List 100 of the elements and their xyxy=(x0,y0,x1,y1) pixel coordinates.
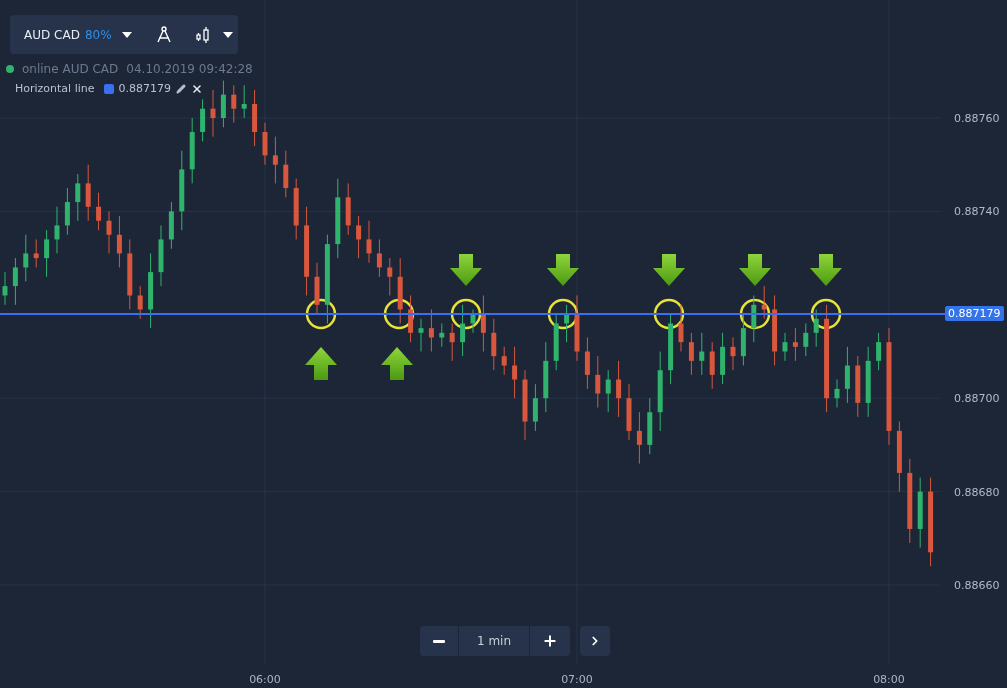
candle xyxy=(668,313,674,385)
scroll-right-button[interactable] xyxy=(580,626,610,656)
plus-icon xyxy=(542,633,558,649)
compass-icon[interactable] xyxy=(155,25,172,44)
candle xyxy=(376,238,382,278)
price-label: 0.88740 xyxy=(954,205,1000,219)
candle xyxy=(782,332,788,362)
candle xyxy=(158,224,164,287)
candle xyxy=(647,397,653,455)
line-color-swatch xyxy=(103,83,114,94)
candle xyxy=(709,341,715,390)
up-arrow-icon xyxy=(305,347,337,380)
highlight-circle xyxy=(450,298,482,330)
candlestick-icon xyxy=(195,25,210,44)
candle xyxy=(397,257,403,324)
highlight-circle xyxy=(305,298,337,330)
candle xyxy=(366,220,372,264)
candle xyxy=(314,262,320,315)
candle xyxy=(75,173,81,222)
candle xyxy=(428,308,434,352)
candle xyxy=(772,294,778,366)
candle xyxy=(44,229,50,278)
price-label: 0.88760 xyxy=(954,112,1000,125)
candle xyxy=(54,206,60,254)
candle xyxy=(855,355,861,418)
down-arrow-icon xyxy=(450,254,482,286)
candle xyxy=(584,337,590,390)
candle xyxy=(12,257,18,306)
asset-selector[interactable]: AUD CAD 80% xyxy=(24,27,132,42)
edit-icon[interactable] xyxy=(176,83,186,94)
candle xyxy=(834,379,840,409)
candle xyxy=(636,411,642,465)
price-label: 0.88660 xyxy=(954,579,1000,592)
candle xyxy=(844,346,850,404)
candle xyxy=(220,80,226,128)
candle xyxy=(595,355,601,409)
candle xyxy=(480,294,486,352)
status-text: online AUD CAD xyxy=(22,62,119,76)
candle xyxy=(532,383,538,432)
down-arrow-icon xyxy=(739,254,771,286)
candle xyxy=(189,117,195,184)
candle xyxy=(262,122,268,166)
price-badge: 0.887179 xyxy=(945,306,1004,321)
time-label: 07:00 xyxy=(561,673,593,686)
candle xyxy=(85,164,91,222)
candle xyxy=(96,192,102,231)
price-label: 0.88700 xyxy=(954,392,1000,406)
time-label: 06:00 xyxy=(249,673,281,686)
candle xyxy=(439,323,445,348)
candle xyxy=(460,304,466,357)
candle xyxy=(127,238,133,310)
candle xyxy=(626,383,632,441)
candle xyxy=(106,210,112,254)
candle xyxy=(813,308,819,348)
candle xyxy=(761,285,767,320)
candle xyxy=(751,294,757,343)
chart-type-button[interactable] xyxy=(195,25,233,44)
candle xyxy=(345,182,351,236)
candle xyxy=(470,308,476,334)
candle xyxy=(564,304,570,343)
candle xyxy=(23,234,29,282)
candle xyxy=(491,318,497,371)
highlight-circle xyxy=(653,298,685,330)
close-icon[interactable] xyxy=(191,82,203,95)
candle xyxy=(501,346,507,376)
candle xyxy=(408,294,414,343)
candle xyxy=(137,285,143,320)
candle xyxy=(896,421,902,493)
drawing-label: Horizontal line xyxy=(15,82,95,95)
candle xyxy=(865,346,871,418)
highlight-circle xyxy=(739,298,771,330)
highlight-circle xyxy=(810,298,842,330)
candle xyxy=(917,477,923,549)
candle xyxy=(231,84,237,124)
minus-icon xyxy=(433,639,445,643)
candle xyxy=(522,369,528,441)
candle xyxy=(168,201,174,250)
candle xyxy=(283,150,289,198)
caret-icon xyxy=(222,31,233,38)
candle xyxy=(792,327,798,362)
timestamp: 04.10.2019 09:42:28 xyxy=(126,62,253,76)
candle xyxy=(512,346,518,399)
candle xyxy=(116,215,122,268)
candle xyxy=(252,89,258,147)
candle xyxy=(803,323,809,357)
caret-icon xyxy=(121,31,132,38)
candle xyxy=(293,178,299,240)
candle xyxy=(553,313,559,371)
down-arrow-icon xyxy=(653,254,685,286)
candle xyxy=(699,332,705,376)
candle xyxy=(64,187,70,236)
candle xyxy=(387,257,393,296)
highlight-circle xyxy=(383,298,415,330)
drawing-value: 0.887179 xyxy=(118,82,171,95)
up-arrow-icon xyxy=(381,347,413,380)
candle xyxy=(241,84,247,119)
candle xyxy=(356,215,362,259)
down-arrow-icon xyxy=(810,254,842,286)
candle xyxy=(449,323,455,362)
candle xyxy=(2,271,8,306)
